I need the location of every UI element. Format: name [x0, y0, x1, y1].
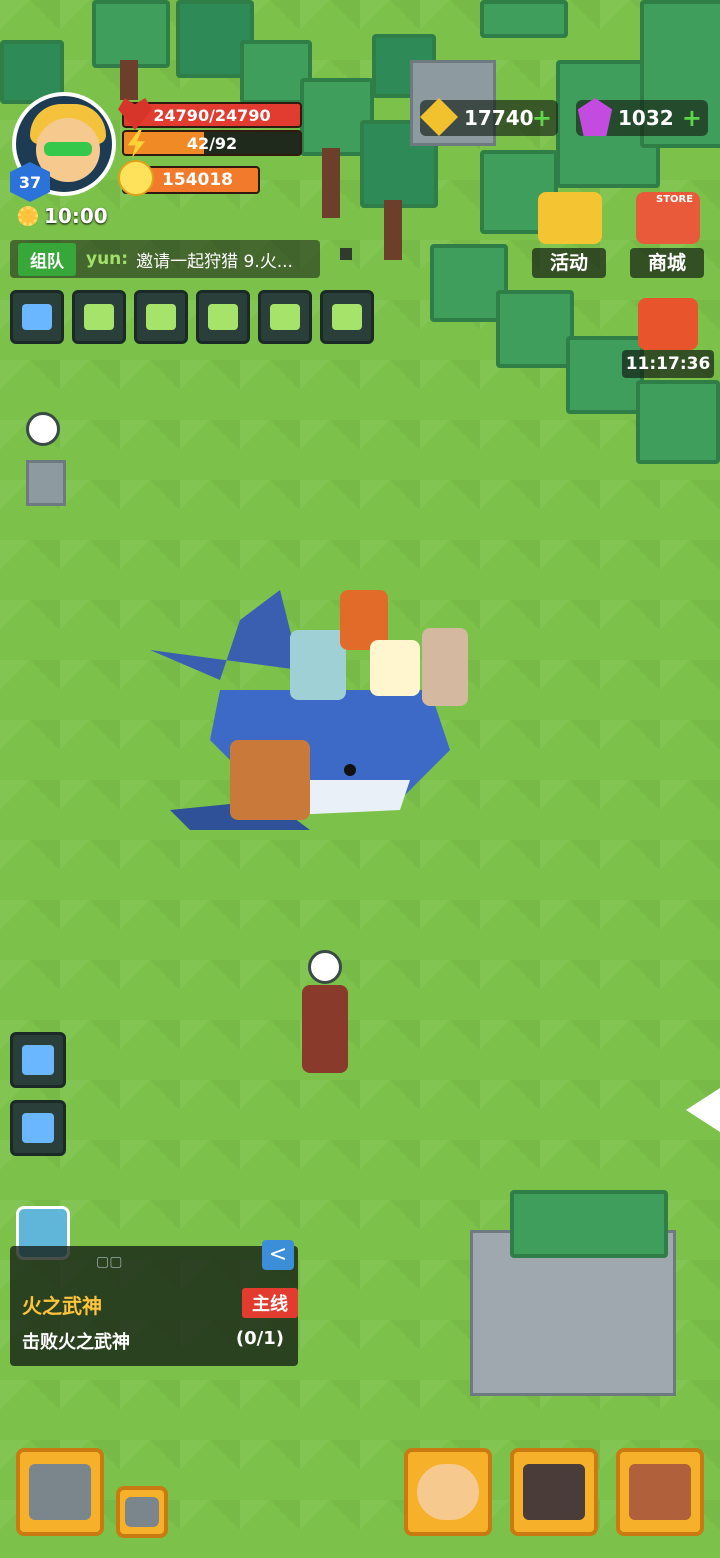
friends-button[interactable]: [134, 290, 188, 344]
quest-progress: (0/1): [235, 1328, 284, 1349]
gift-timer: 11:17:36: [622, 350, 714, 378]
store-button[interactable]: STORE 商城: [630, 192, 704, 278]
gift-box-icon: [638, 298, 698, 350]
chat-button[interactable]: [196, 290, 250, 344]
game-clock: 10:00: [18, 204, 108, 228]
gold-coin-icon: [420, 98, 458, 136]
gift-button[interactable]: 11:17:36: [622, 298, 714, 378]
chat-channel: 组队: [18, 242, 76, 276]
sun-icon: [18, 206, 38, 226]
chat-preview[interactable]: 组队 yun: 邀请一起狩猎 9.火...: [10, 240, 320, 278]
pets-icon: [523, 1464, 585, 1520]
rabbit-companion[interactable]: [422, 628, 468, 706]
tree-trunk: [384, 200, 402, 260]
quest-type-tag: 主线: [242, 1288, 298, 1318]
build-button[interactable]: [116, 1486, 168, 1538]
friends-icon: [146, 304, 176, 330]
location-button[interactable]: [10, 1100, 66, 1156]
craft-hammer-icon: [29, 1464, 91, 1520]
tree: [480, 0, 568, 38]
quest-objective: 击败火之武神: [22, 1332, 130, 1353]
npc-statue[interactable]: [26, 460, 66, 506]
mine-roof-grass: [510, 1190, 668, 1258]
craft-button[interactable]: [16, 1448, 104, 1536]
avatar-glasses: [44, 142, 92, 156]
build-icon: [125, 1497, 159, 1527]
location-icon: [22, 1113, 54, 1143]
notice-icon: [332, 304, 362, 330]
player-avatar[interactable]: 37: [10, 92, 120, 202]
chat-icon: [208, 304, 238, 330]
pets-button[interactable]: [510, 1448, 598, 1536]
player-marker-icon: [308, 950, 342, 984]
gem-value: 1032: [618, 106, 674, 130]
add-gold-button[interactable]: +: [532, 106, 552, 130]
power-value: 154018: [162, 170, 233, 190]
chat-expand-icon[interactable]: [340, 248, 352, 260]
gold-value: 17740: [464, 106, 534, 130]
tree: [92, 0, 170, 68]
forest-area: [0, 0, 720, 470]
heroes-icon: [417, 1464, 479, 1520]
gem-counter: 1032 +: [576, 98, 708, 136]
mail-icon: [84, 304, 114, 330]
heroes-button[interactable]: [404, 1448, 492, 1536]
shrub: [496, 290, 574, 368]
panda-companion[interactable]: [230, 740, 310, 820]
energy-value: 42/92: [186, 133, 238, 153]
store-label: 商城: [630, 248, 704, 278]
backpack-icon: [629, 1464, 691, 1520]
hp-value: 24790/24790: [153, 105, 271, 125]
fullscreen-icon: [22, 304, 52, 330]
fullscreen-button[interactable]: [10, 290, 64, 344]
gold-counter: 17740 +: [420, 98, 558, 136]
clock-time: 10:00: [44, 204, 108, 228]
add-gem-button[interactable]: +: [682, 106, 702, 130]
energy-bar: 42/92: [122, 130, 302, 156]
events-chest-icon: [538, 192, 602, 244]
tree-trunk: [322, 148, 340, 218]
chat-sender: yun:: [86, 249, 129, 269]
map-icon: [270, 304, 300, 330]
notice-button[interactable]: [320, 290, 374, 344]
home-icon: [22, 1045, 54, 1075]
quest-page-dots: ▢▢: [96, 1254, 123, 1270]
quest-collapse-button[interactable]: <: [262, 1240, 294, 1270]
mail-button[interactable]: [72, 290, 126, 344]
quest-tracker[interactable]: ▢▢ < 火之武神 主线 击败火之武神 (0/1): [10, 1240, 298, 1366]
backpack-button[interactable]: [616, 1448, 704, 1536]
hud-toolbar: [10, 290, 374, 344]
power-fist-icon: [118, 160, 154, 196]
store-stall-icon: STORE: [636, 192, 700, 244]
map-button[interactable]: [258, 290, 312, 344]
shrub: [636, 380, 720, 464]
quest-title: 火之武神: [22, 1294, 102, 1318]
events-button[interactable]: 活动: [532, 192, 606, 278]
chat-message: 邀请一起狩猎 9.火...: [136, 251, 293, 272]
events-label: 活动: [532, 248, 606, 278]
ice-beast-companion[interactable]: [290, 630, 346, 700]
player-character[interactable]: [302, 985, 348, 1073]
spirit-companion[interactable]: [370, 640, 420, 696]
home-button[interactable]: [10, 1032, 66, 1088]
store-tag: STORE: [656, 194, 694, 205]
npc-marker-icon[interactable]: [26, 412, 60, 446]
tree-trunk: [120, 60, 138, 100]
gem-icon: [577, 98, 613, 136]
